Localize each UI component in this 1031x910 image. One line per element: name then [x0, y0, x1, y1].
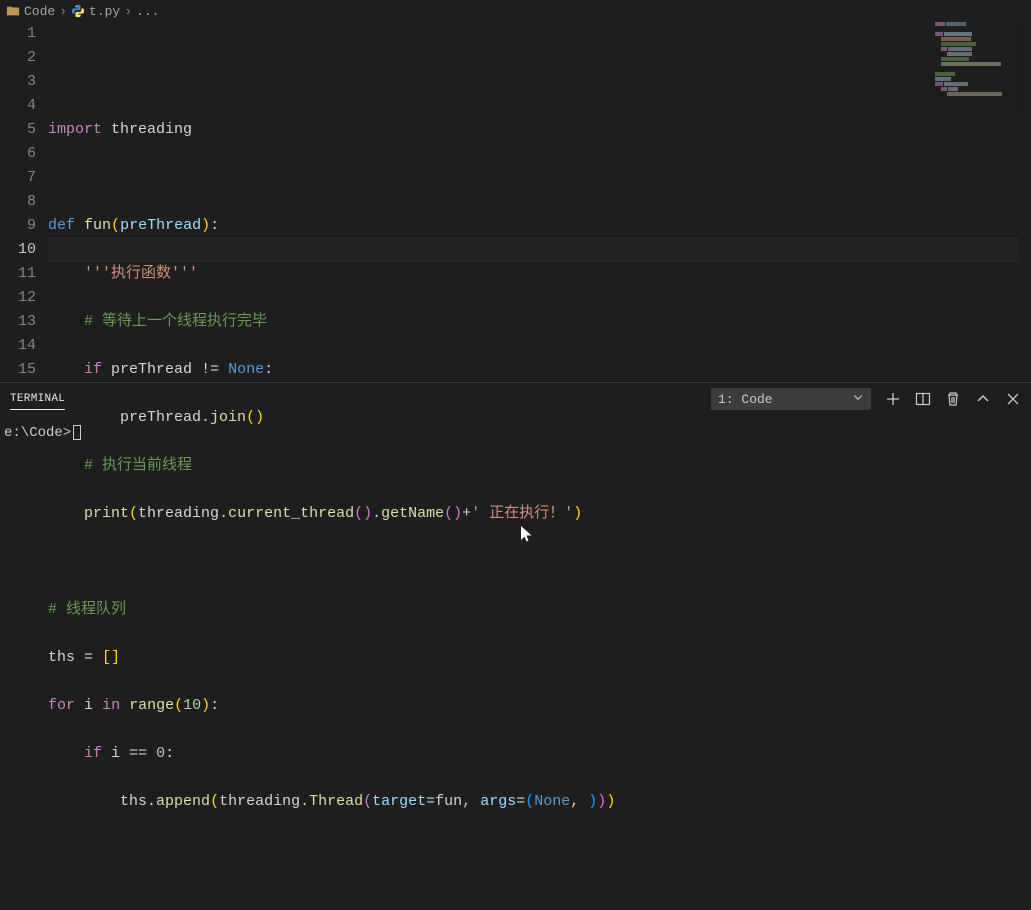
- line-number: 4: [0, 94, 36, 118]
- code-editor[interactable]: 1 2 3 4 5 6 7 8 9 10 11 12 13 14 15 impo…: [0, 22, 1031, 382]
- line-number: 12: [0, 286, 36, 310]
- line-number: 5: [0, 118, 36, 142]
- python-icon: [71, 4, 85, 18]
- line-number: 14: [0, 334, 36, 358]
- line-number: 2: [0, 46, 36, 70]
- line-number: 10: [0, 238, 36, 262]
- line-number: 8: [0, 190, 36, 214]
- line-number: 3: [0, 70, 36, 94]
- breadcrumb: Code › t.py › ...: [0, 0, 1031, 22]
- chevron-right-icon: ›: [59, 4, 67, 19]
- breadcrumb-tail[interactable]: ...: [136, 4, 159, 19]
- breadcrumb-folder[interactable]: Code: [24, 4, 55, 19]
- line-number: 9: [0, 214, 36, 238]
- line-number: 13: [0, 310, 36, 334]
- breadcrumb-file[interactable]: t.py: [89, 4, 120, 19]
- line-number: 15: [0, 358, 36, 382]
- folder-icon: [6, 4, 20, 18]
- chevron-right-icon: ›: [124, 4, 132, 19]
- minimap[interactable]: [931, 22, 1021, 112]
- code-content[interactable]: import threading def fun(preThread): '''…: [48, 22, 1031, 382]
- line-number: 11: [0, 262, 36, 286]
- line-number: 6: [0, 142, 36, 166]
- line-number: 1: [0, 22, 36, 46]
- line-number: 7: [0, 166, 36, 190]
- line-gutter: 1 2 3 4 5 6 7 8 9 10 11 12 13 14 15: [0, 22, 48, 382]
